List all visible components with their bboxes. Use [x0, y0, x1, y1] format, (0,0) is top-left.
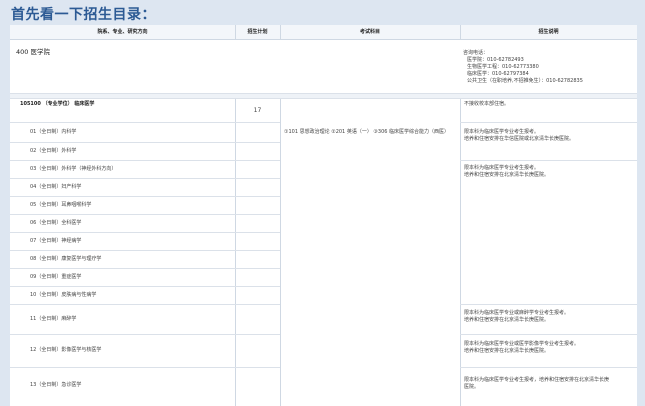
direction-item: 01（全日制）内科学	[30, 129, 77, 135]
program-note: 不接收校本部住宿。	[464, 101, 510, 107]
note-line: 培养和住宿安排在北京清华长庚医院。	[464, 317, 550, 323]
header-exam: 考试科目	[359, 29, 380, 35]
note-line: 培养和住宿安排在华信医院或北京清华长庚医院。	[464, 136, 575, 142]
note-block: 限本科为临床医学专业考生报考。 培养和住宿安排在北京清华长庚医院。	[464, 165, 549, 179]
program-plan: 17	[253, 107, 262, 114]
header-plan: 招生计划	[247, 29, 268, 35]
contact-line: 医学院：010-62782493	[467, 57, 524, 63]
note-block: 限本科为临床医学专业或麻醉学专业考生报考。 培养和住宿安排在北京清华长庚医院。	[464, 310, 569, 324]
direction-item: 11（全日制）麻醉学	[30, 316, 77, 322]
note-line: 培养和住宿安排在北京清华长庚医院。	[464, 172, 550, 178]
note-block: 限本科为临床医学专业或医学影像学专业考生报考。 培养和住宿安排在北京清华长庚医院…	[464, 341, 579, 355]
direction-item: 07（全日制）神经病学	[30, 238, 82, 244]
direction-item: 02（全日制）外科学	[30, 148, 77, 154]
note-line: 限本科为临床医学专业考生报考。	[464, 165, 540, 171]
direction-item: 05（全日制）耳鼻咽喉科学	[30, 202, 92, 208]
note-line: 限本科为临床医学专业考生报考，培养和住宿安排在北京清华长庚	[464, 377, 610, 383]
header-notes: 招生说明	[538, 29, 559, 35]
note-line: 限本科为临床医学专业或麻醉学专业考生报考。	[464, 310, 570, 316]
direction-item: 06（全日制）全科医学	[30, 220, 82, 226]
direction-item: 12（全日制）影像医学与核医学	[30, 347, 102, 353]
direction-item: 08（全日制）康复医学与理疗学	[30, 256, 102, 262]
department-contact: 咨询电话： 医学院：010-62782493 生物医学工程：010-627733…	[463, 50, 583, 85]
department-name: 400 医学院	[16, 48, 50, 56]
direction-item: 10（全日制）皮肤病与性病学	[30, 292, 97, 298]
note-line: 医院。	[464, 384, 480, 390]
note-line: 限本科为临床医学专业考生报考。	[464, 129, 540, 135]
note-line: 限本科为临床医学专业或医学影像学专业考生报考。	[464, 341, 580, 347]
header-direction: 院系、专业、研究方向	[97, 29, 148, 35]
contact-line: 临床医学：010-62797384	[467, 71, 529, 77]
contact-line: 公共卫生（在职培养,不招推免生）：010-62782835	[467, 78, 583, 84]
program-name: 105100 （专业学位） 临床医学	[20, 101, 95, 107]
enrollment-catalog-table: 院系、专业、研究方向 招生计划 考试科目 招生说明 400 医学院 咨询电话： …	[10, 25, 637, 406]
page-title: 首先看一下招生目录：	[11, 7, 156, 23]
note-block: 限本科为临床医学专业考生报考，培养和住宿安排在北京清华长庚 医院。	[464, 377, 609, 391]
contact-line: 咨询电话：	[463, 50, 489, 56]
exam-subjects: ①101 思想政治理论 ②201 英语（一） ③306 临床医学综合能力（西医）	[284, 129, 450, 135]
direction-item: 13（全日制）急诊医学	[30, 382, 82, 388]
direction-item: 04（全日制）妇产科学	[30, 184, 82, 190]
contact-line: 生物医学工程：010-62773380	[467, 64, 539, 70]
note-block: 限本科为临床医学专业考生报考。 培养和住宿安排在华信医院或北京清华长庚医院。	[464, 129, 574, 143]
note-line: 培养和住宿安排在北京清华长庚医院。	[464, 348, 550, 354]
direction-item: 09（全日制）重症医学	[30, 274, 82, 280]
direction-item: 03（全日制）外科学（神经外科方向）	[30, 166, 117, 172]
